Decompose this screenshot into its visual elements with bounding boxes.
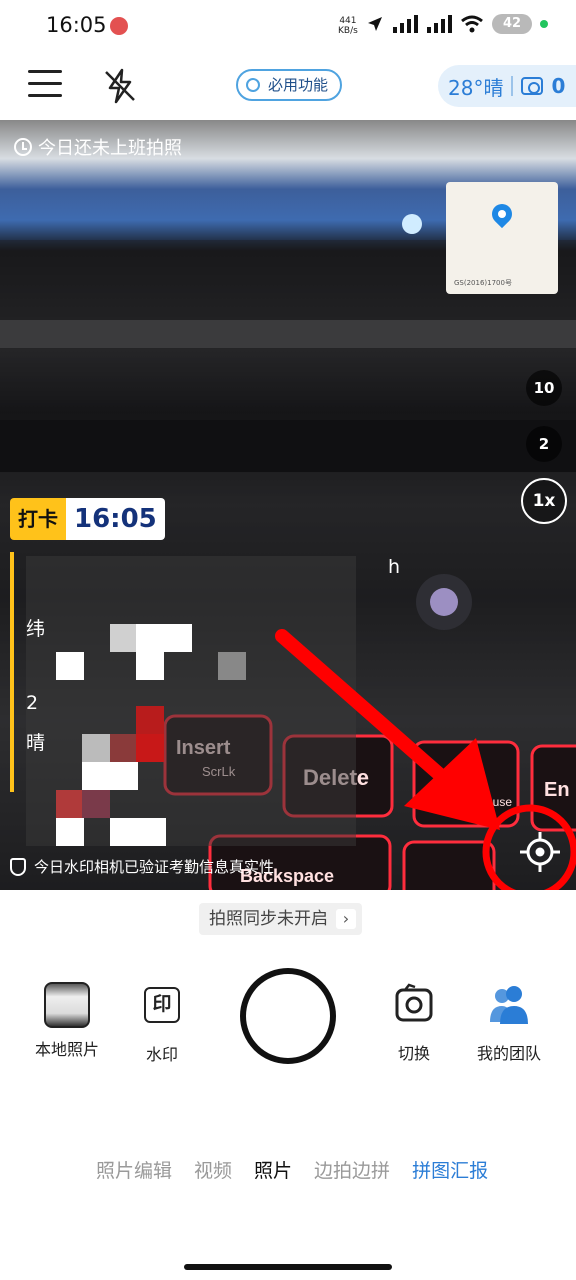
search-icon	[246, 78, 260, 92]
gallery-thumbnail	[44, 982, 90, 1028]
tab-video[interactable]: 视频	[194, 1156, 232, 1183]
network-speed-unit: KB/s	[338, 26, 358, 36]
switch-camera-button[interactable]: 切换	[384, 982, 444, 1064]
my-team-label: 我的团队	[476, 1044, 541, 1063]
local-photos-button[interactable]: 本地照片	[32, 982, 102, 1060]
status-time: 16:05	[46, 13, 107, 37]
photo-count: 0	[551, 74, 566, 98]
essential-functions-button[interactable]: 必用功能	[236, 69, 343, 101]
sync-notice-button[interactable]: 拍照同步未开启 ›	[199, 903, 362, 935]
watermark-button[interactable]: 印 水印	[132, 982, 192, 1065]
network-speed: 441 KB/s	[338, 16, 358, 36]
watermark-label: 水印	[145, 1045, 178, 1064]
chevron-right-icon: ›	[336, 909, 356, 929]
wifi-icon	[461, 15, 483, 33]
annotation-overlay	[275, 629, 576, 890]
weather-text: 28°晴	[448, 75, 504, 100]
notification-app-icon	[110, 17, 128, 35]
team-icon	[490, 986, 528, 1024]
switch-camera-label: 切换	[397, 1044, 430, 1063]
camera-icon	[521, 77, 544, 95]
essential-functions-label: 必用功能	[268, 76, 329, 94]
shutter-button[interactable]	[240, 968, 336, 1064]
status-icons: 42	[366, 14, 548, 34]
battery-icon: 42	[492, 14, 532, 34]
red-circle-highlight	[482, 804, 576, 890]
status-bar: 16:05 441 KB/s 42	[0, 0, 576, 56]
tab-shoot-and-stitch[interactable]: 边拍边拼	[314, 1156, 390, 1183]
network-speed-value: 441	[339, 16, 357, 26]
my-team-button[interactable]: 我的团队	[470, 982, 548, 1064]
weather-widget[interactable]: 28°晴 0	[438, 65, 576, 107]
privacy-dot	[540, 20, 548, 28]
tab-collage-report[interactable]: 拼图汇报	[412, 1156, 488, 1183]
divider	[511, 76, 514, 96]
sync-notice-text: 拍照同步未开启	[209, 909, 328, 929]
camera-viewfinder[interactable]: Insert ScrLk Delete e Pause En Backspace…	[0, 120, 576, 890]
watermark-icon: 印	[139, 987, 185, 1033]
location-arrow-icon	[368, 17, 382, 31]
menu-icon[interactable]	[28, 70, 62, 100]
tab-photo[interactable]: 照片	[254, 1156, 292, 1183]
mode-tabs: 照片编辑 视频 照片 边拍边拼 拼图汇报	[96, 1156, 510, 1183]
signal-icon-2	[427, 15, 452, 33]
signal-icon	[393, 15, 418, 33]
top-bar: 必用功能 28°晴 0	[0, 56, 576, 120]
local-photos-label: 本地照片	[34, 1040, 99, 1059]
watermark-icon-glyph: 印	[144, 987, 180, 1023]
switch-camera-icon	[395, 983, 433, 1022]
flash-off-icon[interactable]	[100, 66, 140, 106]
tab-photo-edit[interactable]: 照片编辑	[96, 1156, 172, 1183]
home-indicator[interactable]	[184, 1264, 392, 1270]
